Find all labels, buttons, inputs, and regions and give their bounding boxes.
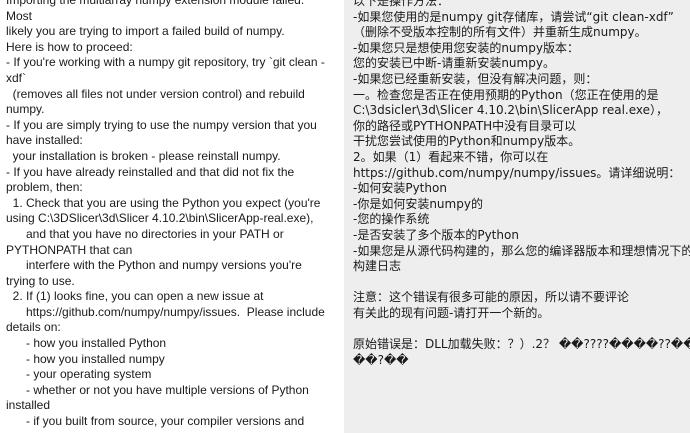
text-line: Importing the multiarray numpy extension…: [6, 0, 305, 7]
text-line: trying to use.: [6, 273, 75, 288]
text-line: 原始错误是：DLL加载失败：？）.2？ ��????����??��?: [353, 337, 690, 352]
text-line: - If you are simply trying to use the nu…: [6, 117, 317, 132]
text-line: and that you have no directories in your…: [6, 226, 284, 241]
english-error-text: Importing the multiarray numpy extension…: [6, 0, 338, 430]
text-line: ��?��: [353, 352, 409, 367]
text-line: 注意：这个错误有很多可能的原因，所以请不要评论: [353, 290, 630, 305]
text-line: have installed:: [6, 133, 83, 148]
text-line: 一。检查您是否正在使用预期的Python（您正在使用的是: [353, 87, 659, 102]
text-line: https://github.com/numpy/numpy/issues. P…: [6, 304, 325, 319]
text-line: - how you installed numpy: [6, 351, 165, 366]
text-line: （删除不受版本控制的所有文件）并重新生成numpy。: [353, 25, 647, 40]
chinese-translation-text: 以下是操作方法： -如果您使用的是numpy git存储库，请尝试“git cle…: [353, 0, 690, 368]
text-line: - If you're working with a numpy git rep…: [6, 55, 325, 70]
text-line: 2。如果（1）看起来不错，你可以在: [353, 149, 549, 164]
text-line: [353, 321, 690, 337]
text-line: your installation is broken - please rei…: [6, 148, 281, 163]
text-line: 有关此的现有问题-请打开一个新的。: [353, 305, 550, 320]
text-line: 以下是操作方法：: [353, 0, 450, 8]
text-line: [353, 275, 690, 291]
text-line: -如果您使用的是numpy git存储库，请尝试“git clean-xdf”: [353, 9, 674, 24]
text-line: - your operating system: [6, 367, 152, 382]
text-line: 你的路径或PYTHONPATH中没有目录可以: [353, 118, 577, 133]
text-line: C:\3dsicler\3d\Slicer 4.10.2\bin\SlicerA…: [353, 103, 669, 118]
text-line: PYTHONPATH that can: [6, 242, 133, 257]
text-line: 您的安装已中断-请重新安装numpy。: [353, 56, 555, 71]
text-line: - if you built from source, your compile…: [6, 414, 305, 429]
text-line: numpy.: [6, 102, 45, 117]
text-line: -您的操作系统: [353, 212, 430, 227]
text-line: details on:: [6, 320, 61, 335]
text-line: -如果您是从源代码构建的，那么您的编译器版本和理想情况下的: [353, 243, 690, 258]
text-line: - If you have already reinstalled and th…: [6, 164, 295, 179]
text-line: -如果您只是想使用您安装的numpy版本：: [353, 40, 579, 55]
chinese-translation-pane: 以下是操作方法： -如果您使用的是numpy git存储库，请尝试“git cle…: [344, 0, 690, 433]
text-line: - whether or not you have multiple versi…: [6, 382, 309, 397]
text-line: -你是如何安装numpy的: [353, 196, 483, 211]
text-line: 2. If (1) looks fine, you can open a new…: [6, 289, 264, 304]
text-line: likely you are trying to import a failed…: [6, 24, 285, 39]
text-line: Here is how to proceed:: [6, 39, 133, 54]
text-line: 构建日志: [353, 259, 402, 274]
text-line: https://github.com/numpy/numpy/issues。请详…: [353, 165, 681, 180]
text-line: -是否安装了多个版本的Python: [353, 227, 519, 242]
text-line: -如果您已经重新安装，但没有解决问题，则：: [353, 71, 598, 86]
text-line: 1. Check that you are using the Python y…: [6, 195, 321, 210]
text-line: installed: [6, 398, 51, 413]
text-line: 干扰您尝试使用的Python和numpy版本。: [353, 134, 581, 149]
text-line: using C:\3DSlicer\3d\Slicer 4.10.2\bin\S…: [6, 211, 314, 226]
text-line: Most: [6, 8, 33, 23]
text-line: (removes all files not under version con…: [6, 86, 305, 101]
text-line: xdf`: [6, 70, 27, 85]
english-error-text-pane: Importing the multiarray numpy extension…: [0, 0, 339, 433]
text-line: interfere with the Python and numpy vers…: [6, 258, 302, 273]
text-line: - how you installed Python: [6, 336, 167, 351]
text-line: problem, then:: [6, 180, 83, 195]
text-line: -如何安装Python: [353, 181, 447, 196]
